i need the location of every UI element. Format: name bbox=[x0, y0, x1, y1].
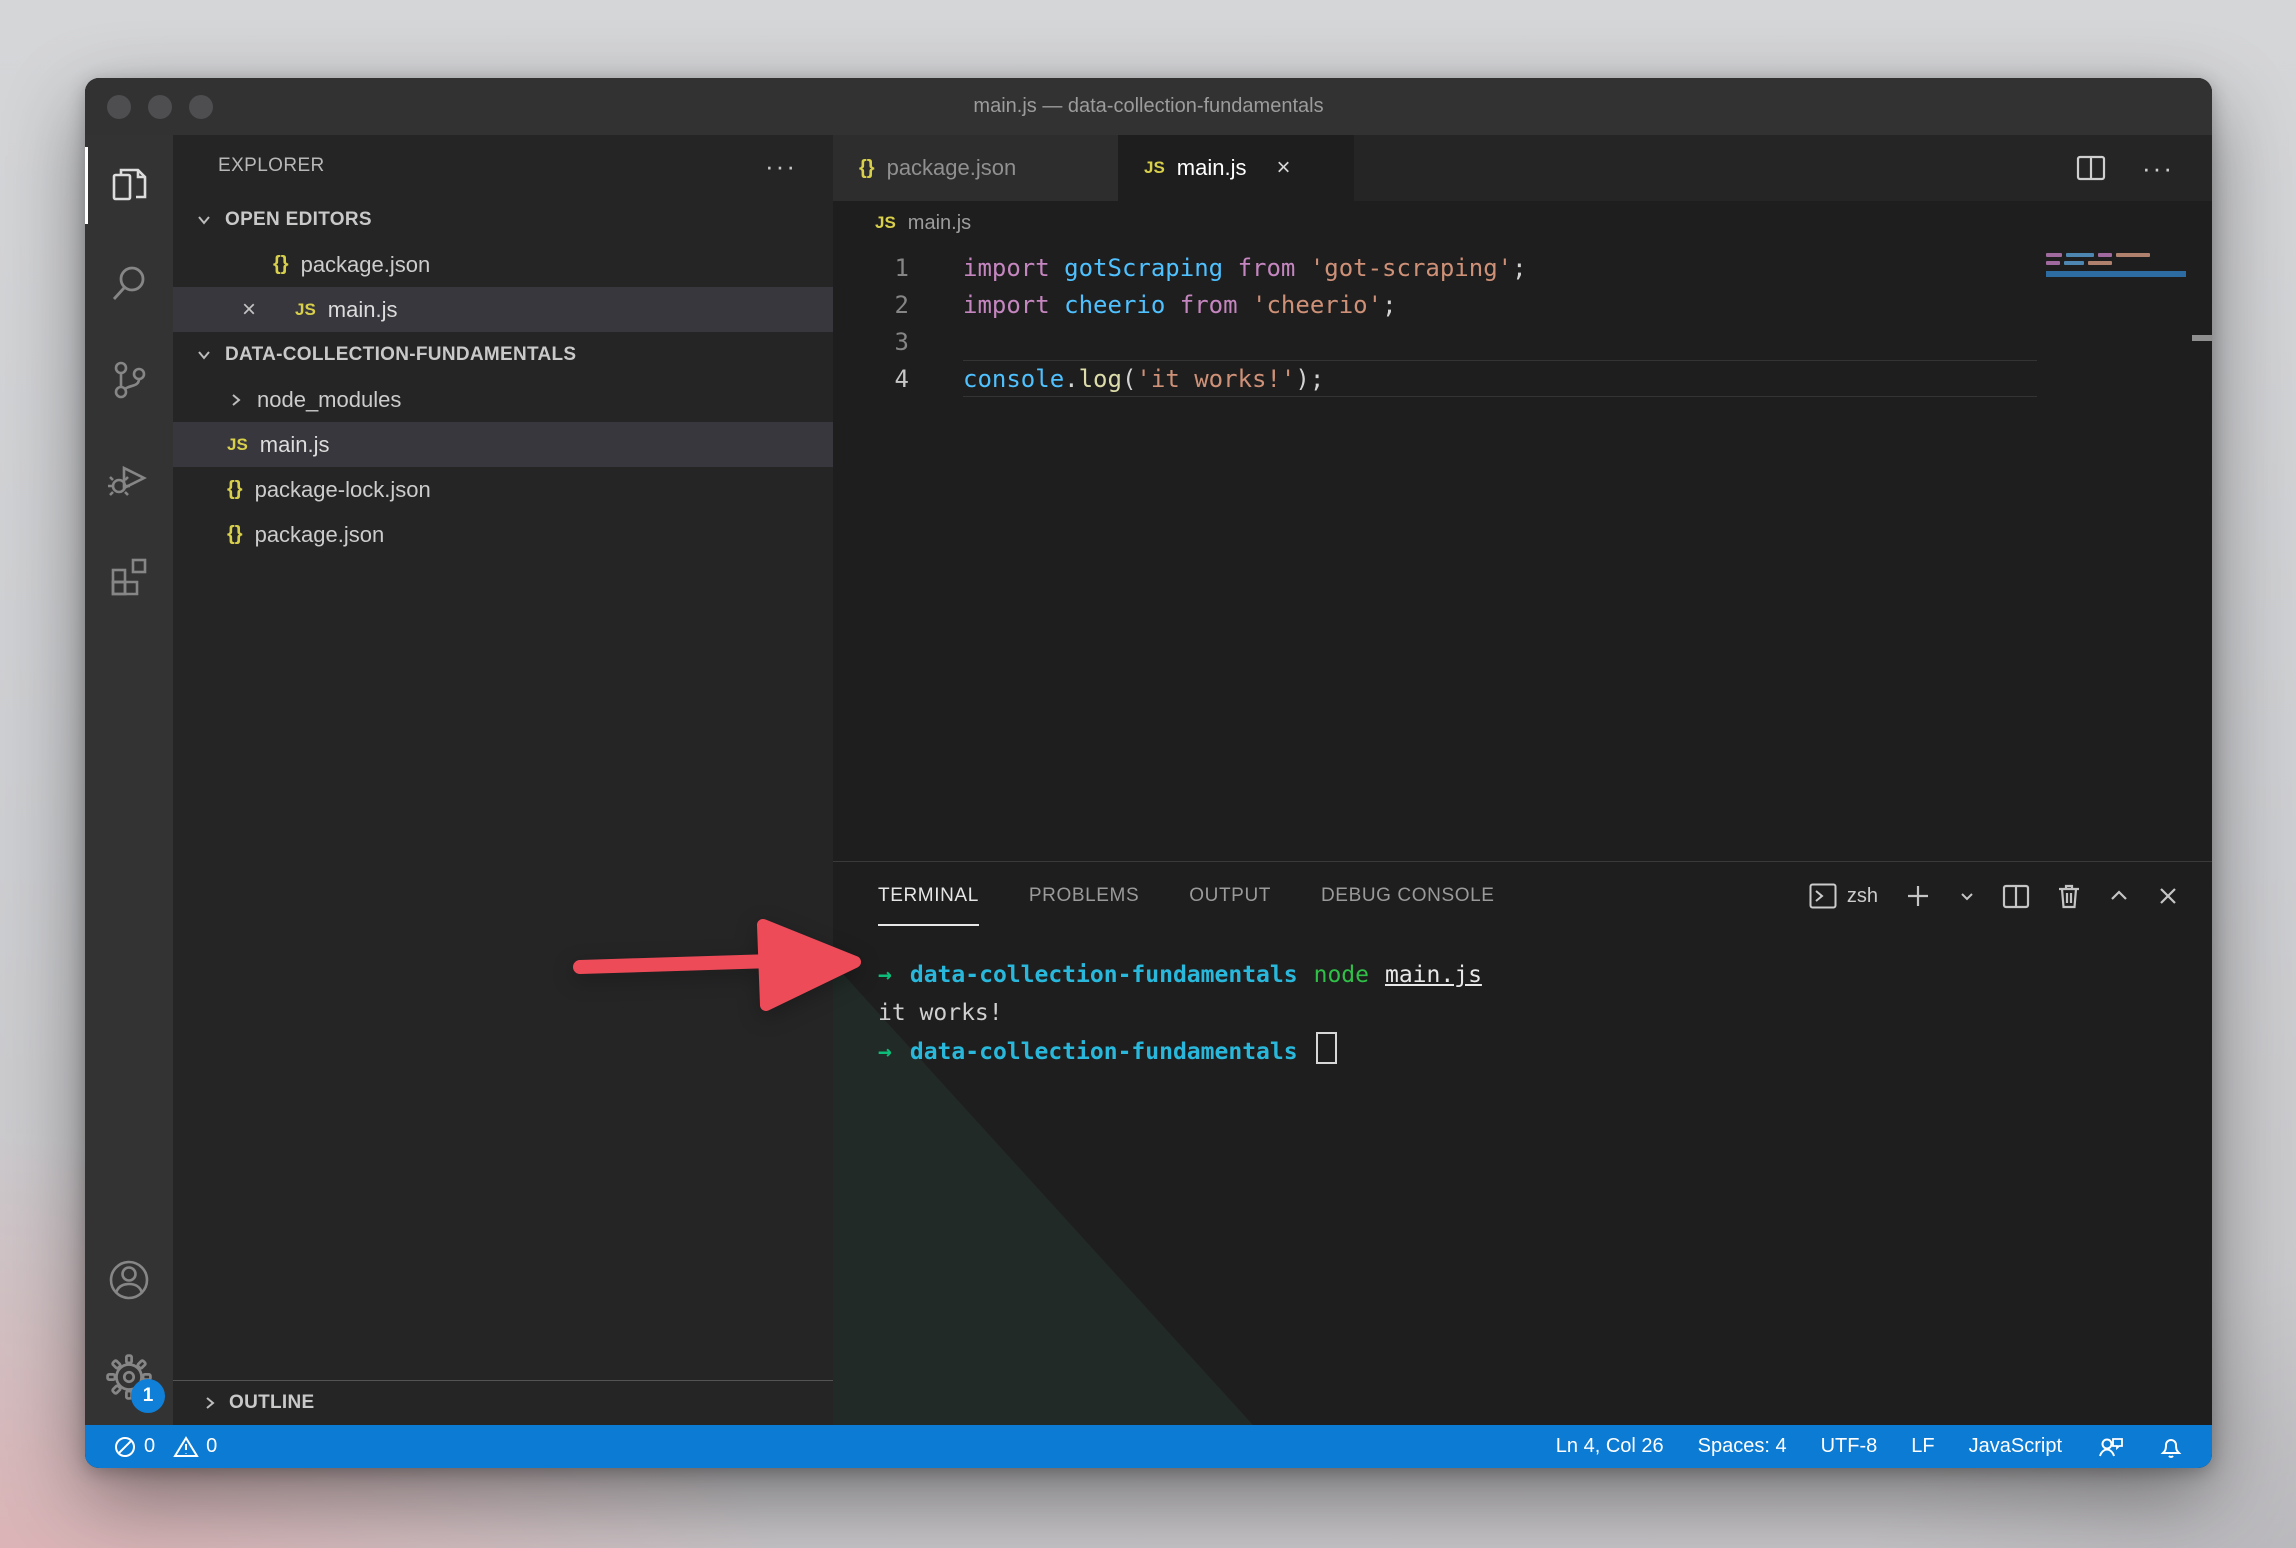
terminal-content[interactable]: →data-collection-fundamentalsnodemain.js… bbox=[833, 930, 2212, 1071]
source-control-activity-button[interactable] bbox=[85, 331, 173, 428]
json-file-icon: {} bbox=[859, 157, 875, 180]
js-file-icon: JS bbox=[227, 435, 248, 455]
account-icon bbox=[106, 1257, 152, 1303]
js-file-icon: JS bbox=[1144, 158, 1165, 178]
code-line: 1 import gotScraping from 'got-scraping'… bbox=[833, 249, 2212, 286]
kill-terminal-trash-icon[interactable] bbox=[2056, 882, 2082, 910]
maximize-panel-chevron-up-icon[interactable] bbox=[2108, 887, 2130, 905]
traffic-lights bbox=[107, 78, 213, 135]
breadcrumb[interactable]: JS main.js bbox=[833, 201, 2212, 245]
tab-debug-console[interactable]: DEBUG CONSOLE bbox=[1321, 862, 1495, 930]
indentation-status[interactable]: Spaces: 4 bbox=[1698, 1435, 1787, 1458]
tree-item-package-json[interactable]: {} package.json bbox=[173, 512, 833, 557]
encoding-status[interactable]: UTF-8 bbox=[1821, 1435, 1878, 1458]
tab-package-json[interactable]: {} package.json bbox=[833, 135, 1118, 201]
search-icon bbox=[107, 261, 151, 305]
eol-status[interactable]: LF bbox=[1911, 1435, 1934, 1458]
launch-profile-button[interactable]: zsh bbox=[1809, 883, 1878, 909]
warning-icon bbox=[173, 1435, 199, 1459]
folder-section-header[interactable]: DATA-COLLECTION-FUNDAMENTALS bbox=[173, 332, 833, 377]
vscode-window: main.js — data-collection-fundamentals bbox=[85, 78, 2212, 1468]
scrollbar-marker[interactable] bbox=[2192, 335, 2212, 341]
json-file-icon: {} bbox=[273, 253, 289, 276]
warnings-status-button[interactable]: 0 bbox=[173, 1435, 217, 1459]
json-file-icon: {} bbox=[227, 478, 243, 501]
settings-button[interactable]: 1 bbox=[85, 1328, 173, 1425]
errors-icon bbox=[113, 1435, 137, 1459]
editor-more-actions-button[interactable]: ··· bbox=[2142, 153, 2174, 184]
terminal-prompt-line: →data-collection-fundamentals bbox=[878, 1032, 2212, 1071]
activity-bar: 1 bbox=[85, 135, 173, 1425]
notifications-bell-icon[interactable] bbox=[2158, 1434, 2184, 1460]
tab-main-js[interactable]: JS main.js × bbox=[1118, 135, 1354, 201]
editor-group: {} package.json JS main.js × ··· bbox=[833, 135, 2212, 1425]
tree-item-node-modules[interactable]: node_modules bbox=[173, 377, 833, 422]
code-line: 2 import cheerio from 'cheerio'; bbox=[833, 286, 2212, 323]
run-debug-icon bbox=[106, 454, 152, 500]
tree-item-package-lock-json[interactable]: {} package-lock.json bbox=[173, 467, 833, 512]
extensions-activity-button[interactable] bbox=[85, 525, 173, 622]
minimap-current-line bbox=[2046, 271, 2186, 277]
code-line-current: 4 console.log('it works!'); bbox=[833, 360, 2212, 397]
chevron-right-icon bbox=[227, 391, 245, 409]
code-editor[interactable]: 1 import gotScraping from 'got-scraping'… bbox=[833, 245, 2212, 861]
terminal-cursor bbox=[1316, 1032, 1337, 1064]
status-bar: 0 0 Ln 4, Col 26 Spaces: 4 UTF-8 LF Java… bbox=[85, 1425, 2212, 1468]
editor-tabbar: {} package.json JS main.js × ··· bbox=[833, 135, 2212, 201]
cursor-position-status[interactable]: Ln 4, Col 26 bbox=[1556, 1435, 1664, 1458]
js-file-icon: JS bbox=[295, 300, 316, 320]
terminal-output-line: it works! bbox=[878, 994, 2212, 1032]
explorer-activity-button[interactable] bbox=[85, 137, 173, 234]
files-icon bbox=[106, 163, 152, 209]
window-title: main.js — data-collection-fundamentals bbox=[973, 95, 1323, 118]
close-panel-icon[interactable] bbox=[2156, 884, 2180, 908]
terminal-dropdown-chevron-icon[interactable] bbox=[1958, 887, 1976, 905]
extensions-icon bbox=[107, 552, 151, 596]
tree-item-main-js[interactable]: JS main.js bbox=[173, 422, 833, 467]
split-editor-button[interactable] bbox=[2076, 155, 2106, 181]
settings-badge: 1 bbox=[131, 1379, 165, 1413]
minimize-window-button[interactable] bbox=[148, 95, 172, 119]
feedback-icon[interactable] bbox=[2096, 1434, 2124, 1460]
language-mode-status[interactable]: JavaScript bbox=[1969, 1435, 2062, 1458]
chevron-down-icon bbox=[195, 346, 213, 364]
close-window-button[interactable] bbox=[107, 95, 131, 119]
zoom-window-button[interactable] bbox=[189, 95, 213, 119]
panel-header: TERMINAL PROBLEMS OUTPUT DEBUG CONSOLE z… bbox=[833, 862, 2212, 930]
minimap[interactable] bbox=[2046, 253, 2186, 277]
explorer-more-actions-button[interactable]: ··· bbox=[765, 151, 797, 182]
json-file-icon: {} bbox=[227, 523, 243, 546]
chevron-right-icon bbox=[201, 1394, 219, 1412]
explorer-sidebar: EXPLORER ··· OPEN EDITORS {} package.jso… bbox=[173, 135, 833, 1425]
open-editor-package-json[interactable]: {} package.json bbox=[173, 242, 833, 287]
sidebar-title: EXPLORER bbox=[218, 155, 325, 177]
run-debug-activity-button[interactable] bbox=[85, 428, 173, 525]
chevron-down-icon bbox=[195, 211, 213, 229]
close-tab-icon[interactable]: × bbox=[1276, 154, 1290, 182]
open-editor-main-js[interactable]: × JS main.js bbox=[173, 287, 833, 332]
open-editors-header[interactable]: OPEN EDITORS bbox=[173, 197, 833, 242]
code-line: 3 bbox=[833, 323, 2212, 360]
tab-terminal[interactable]: TERMINAL bbox=[878, 862, 979, 930]
js-file-icon: JS bbox=[875, 213, 896, 233]
account-button[interactable] bbox=[85, 1231, 173, 1328]
search-activity-button[interactable] bbox=[85, 234, 173, 331]
terminal-panel: TERMINAL PROBLEMS OUTPUT DEBUG CONSOLE z… bbox=[833, 861, 2212, 1425]
titlebar[interactable]: main.js — data-collection-fundamentals bbox=[85, 78, 2212, 135]
terminal-prompt-line: →data-collection-fundamentalsnodemain.js bbox=[878, 956, 2212, 994]
tab-output[interactable]: OUTPUT bbox=[1189, 862, 1271, 930]
source-control-icon bbox=[107, 358, 151, 402]
problems-status-button[interactable]: 0 bbox=[113, 1435, 155, 1459]
tab-problems[interactable]: PROBLEMS bbox=[1029, 862, 1139, 930]
outline-section-header[interactable]: OUTLINE bbox=[173, 1380, 833, 1425]
split-terminal-button[interactable] bbox=[2002, 884, 2030, 909]
close-editor-icon[interactable]: × bbox=[235, 296, 263, 324]
new-terminal-button[interactable] bbox=[1904, 882, 1932, 910]
